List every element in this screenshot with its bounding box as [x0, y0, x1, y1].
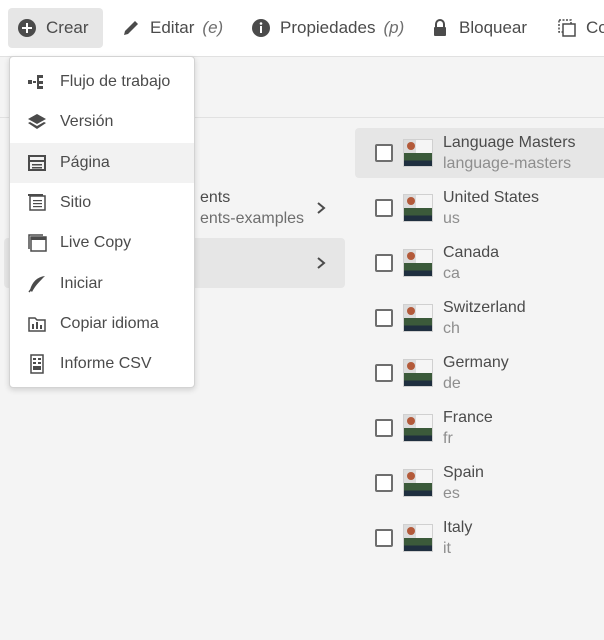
page-thumbnail — [403, 139, 433, 167]
list-item[interactable]: Germany de — [355, 348, 604, 403]
launch-icon — [26, 273, 48, 295]
layers-icon — [26, 111, 48, 133]
copy-label: Co — [586, 18, 604, 37]
column1-row-title: ents — [200, 189, 231, 206]
item-name: ch — [443, 320, 460, 337]
item-title: France — [443, 409, 493, 426]
menu-item-csv-report[interactable]: Informe CSV — [10, 344, 194, 384]
action-toolbar: Crear Editar (e) Propiedades (p) Bloquea… — [0, 0, 604, 57]
copy-button[interactable]: Co — [556, 8, 604, 48]
menu-item-label: Sitio — [60, 194, 92, 212]
create-button[interactable]: Crear — [8, 8, 103, 48]
item-checkbox[interactable] — [375, 364, 393, 382]
page-thumbnail — [403, 304, 433, 332]
item-checkbox[interactable] — [375, 529, 393, 547]
page-thumbnail — [403, 414, 433, 442]
list-item[interactable]: Language Masters language-masters — [355, 128, 604, 178]
menu-item-label: Iniciar — [60, 274, 103, 292]
item-name: es — [443, 485, 460, 502]
item-checkbox[interactable] — [375, 309, 393, 327]
item-name: ca — [443, 265, 460, 282]
item-title: Language Masters — [443, 134, 576, 151]
item-title: Canada — [443, 244, 500, 261]
list-item[interactable]: Spain es — [355, 458, 604, 513]
page-thumbnail — [403, 249, 433, 277]
menu-item-version[interactable]: Versión — [10, 102, 194, 142]
properties-shortcut: (p) — [383, 18, 405, 37]
menu-item-label: Flujo de trabajo — [60, 73, 171, 91]
page-thumbnail — [403, 469, 433, 497]
workflow-icon — [26, 71, 48, 93]
lock-button[interactable]: Bloquear — [429, 8, 527, 48]
edit-label: Editar — [150, 18, 195, 37]
list-item[interactable]: Italy it — [355, 513, 604, 568]
item-checkbox[interactable] — [375, 474, 393, 492]
menu-item-label: Página — [60, 153, 110, 171]
menu-item-label: Live Copy — [60, 234, 132, 252]
page-thumbnail — [403, 359, 433, 387]
menu-item-label: Copiar idioma — [60, 314, 159, 332]
properties-label: Propiedades — [280, 18, 376, 37]
item-checkbox[interactable] — [375, 419, 393, 437]
menu-item-site[interactable]: Sitio — [10, 183, 194, 223]
item-title: United States — [443, 189, 540, 206]
item-title: Italy — [443, 519, 473, 536]
column2-list: Language Masters language-masters United… — [355, 128, 604, 568]
list-item[interactable]: France fr — [355, 403, 604, 458]
create-menu: Flujo de trabajo Versión Página Sitio Li… — [9, 56, 195, 388]
column1-row-subtitle: ents-examples — [200, 210, 305, 227]
page-icon — [26, 152, 48, 174]
list-item[interactable]: Canada ca — [355, 238, 604, 293]
menu-item-live-copy[interactable]: Live Copy — [10, 223, 194, 263]
live-copy-icon — [26, 232, 48, 254]
item-checkbox[interactable] — [375, 254, 393, 272]
info-icon — [250, 17, 272, 39]
item-name: fr — [443, 430, 453, 447]
item-title: Germany — [443, 354, 509, 371]
csv-report-icon — [26, 353, 48, 375]
pencil-icon — [120, 17, 142, 39]
page-thumbnail — [403, 524, 433, 552]
item-name: us — [443, 210, 460, 227]
properties-button[interactable]: Propiedades (p) — [250, 8, 404, 48]
item-checkbox[interactable] — [375, 199, 393, 217]
menu-item-language-copy[interactable]: Copiar idioma — [10, 304, 194, 344]
lock-icon — [429, 17, 451, 39]
menu-item-workflow[interactable]: Flujo de trabajo — [10, 62, 194, 102]
language-copy-icon — [26, 313, 48, 335]
site-icon — [26, 192, 48, 214]
menu-item-label: Versión — [60, 113, 114, 131]
menu-item-launch[interactable]: Iniciar — [10, 263, 194, 303]
item-title: Spain — [443, 464, 484, 481]
list-item[interactable]: Switzerland ch — [355, 293, 604, 348]
chevron-right-icon[interactable] — [314, 201, 328, 215]
copy-icon — [556, 17, 578, 39]
menu-item-label: Informe CSV — [60, 355, 152, 373]
item-title: Switzerland — [443, 299, 526, 316]
create-label: Crear — [46, 18, 89, 37]
edit-shortcut: (e) — [202, 18, 224, 37]
item-checkbox[interactable] — [375, 144, 393, 162]
page-thumbnail — [403, 194, 433, 222]
item-name: it — [443, 540, 451, 557]
edit-button[interactable]: Editar (e) — [120, 8, 223, 48]
item-name: de — [443, 375, 461, 392]
add-circle-icon — [16, 17, 38, 39]
lock-label: Bloquear — [459, 18, 528, 37]
menu-item-page[interactable]: Página — [10, 142, 194, 183]
list-item[interactable]: United States us — [355, 183, 604, 238]
item-name: language-masters — [443, 155, 572, 172]
chevron-right-icon[interactable] — [314, 256, 328, 270]
